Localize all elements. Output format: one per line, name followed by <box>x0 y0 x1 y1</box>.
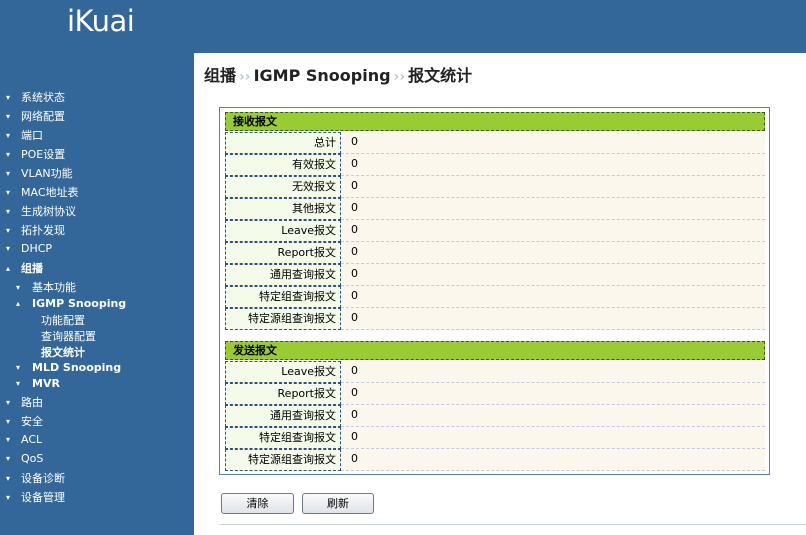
table-row: Report报文 0 <box>225 383 765 405</box>
breadcrumb-separator-icon: ›› <box>239 69 251 85</box>
table-row: Leave报文 0 <box>225 361 765 383</box>
row-value: 0 <box>341 242 765 264</box>
top-bar: iKuai <box>0 0 806 53</box>
row-label: Report报文 <box>225 383 341 405</box>
breadcrumb-igmp-snooping[interactable]: IGMP Snooping <box>254 66 391 85</box>
chevron-down-icon: ▾ <box>6 474 11 483</box>
chevron-down-icon: ▾ <box>6 93 11 102</box>
chevron-down-icon: ▾ <box>6 207 11 216</box>
chevron-down-icon: ▾ <box>6 493 11 502</box>
table-row: 无效报文 0 <box>225 176 765 198</box>
row-value: 0 <box>341 176 765 198</box>
row-value: 0 <box>341 132 765 154</box>
table-row: 通用查询报文 0 <box>225 264 765 286</box>
chevron-down-icon: ▾ <box>6 131 11 140</box>
chevron-down-icon: ▾ <box>6 150 11 159</box>
chevron-down-icon: ▾ <box>6 454 11 463</box>
row-value: 0 <box>341 361 765 383</box>
send-section-title: 发送报文 <box>225 341 765 360</box>
row-label: 有效报文 <box>225 154 341 176</box>
row-value: 0 <box>341 198 765 220</box>
table-row: 其他报文 0 <box>225 198 765 220</box>
row-value: 0 <box>341 427 765 449</box>
table-row: 特定源组查询报文 0 <box>225 449 765 471</box>
table-row: 特定源组查询报文 0 <box>225 308 765 330</box>
row-label: 无效报文 <box>225 176 341 198</box>
row-label: 总计 <box>225 132 341 154</box>
clear-button[interactable]: 清除 <box>221 493 294 514</box>
ikuai-logo: iKuai <box>67 4 135 38</box>
divider <box>219 524 806 525</box>
table-row: Report报文 0 <box>225 242 765 264</box>
row-label: Report报文 <box>225 242 341 264</box>
stats-panel: 接收报文 总计 0 有效报文 0 无效报文 0 其他报文 0 Leave报文 0 Repo… <box>219 107 770 475</box>
row-label: 特定组查询报文 <box>225 427 341 449</box>
row-label: Leave报文 <box>225 220 341 242</box>
breadcrumb-separator-icon: ›› <box>393 69 406 85</box>
chevron-down-icon: ▾ <box>6 435 11 444</box>
row-label: 通用查询报文 <box>225 405 341 427</box>
row-label: 特定源组查询报文 <box>225 449 341 471</box>
chevron-down-icon: ▾ <box>6 244 11 253</box>
row-value: 0 <box>341 286 765 308</box>
table-row: 有效报文 0 <box>225 154 765 176</box>
row-label: Leave报文 <box>225 361 341 383</box>
receive-section-title: 接收报文 <box>225 112 765 131</box>
breadcrumb-packet-stats: 报文统计 <box>408 66 473 85</box>
chevron-down-icon: ▾ <box>6 169 11 178</box>
row-value: 0 <box>341 308 765 330</box>
table-row: Leave报文 0 <box>225 220 765 242</box>
row-value: 0 <box>341 154 765 176</box>
row-label: 其他报文 <box>225 198 341 220</box>
row-value: 0 <box>341 383 765 405</box>
table-row: 总计 0 <box>225 132 765 154</box>
table-row: 通用查询报文 0 <box>225 405 765 427</box>
breadcrumb: 组播 ›› IGMP Snooping ›› 报文统计 <box>204 62 472 86</box>
main-content: 组播 ›› IGMP Snooping ›› 报文统计 接收报文 总计 0 有效报文 0 无… <box>194 53 806 535</box>
chevron-down-icon: ▾ <box>16 363 21 372</box>
table-row: 特定组查询报文 0 <box>225 286 765 308</box>
chevron-down-icon: ▾ <box>6 188 11 197</box>
row-value: 0 <box>341 220 765 242</box>
row-value: 0 <box>341 405 765 427</box>
chevron-down-icon: ▾ <box>16 283 21 292</box>
chevron-down-icon: ▾ <box>6 398 11 407</box>
chevron-up-icon: ▴ <box>16 299 21 308</box>
table-row: 特定组查询报文 0 <box>225 427 765 449</box>
row-label: 通用查询报文 <box>225 264 341 286</box>
chevron-down-icon: ▾ <box>6 417 11 426</box>
breadcrumb-multicast[interactable]: 组播 <box>204 66 236 85</box>
row-value: 0 <box>341 264 765 286</box>
chevron-down-icon: ▾ <box>6 112 11 121</box>
chevron-down-icon: ▾ <box>16 379 21 388</box>
chevron-up-icon: ▴ <box>6 264 11 273</box>
row-label: 特定源组查询报文 <box>225 308 341 330</box>
sidebar: ▾ 系统状态 ▾ 网络配置 ▾ 端口 ▾ POE设置 ▾ VLAN功能 ▾ MAC地址表 ▾… <box>0 53 194 535</box>
row-label: 特定组查询报文 <box>225 286 341 308</box>
row-value: 0 <box>341 449 765 471</box>
refresh-button[interactable]: 刷新 <box>302 493 374 514</box>
chevron-down-icon: ▾ <box>6 226 11 235</box>
